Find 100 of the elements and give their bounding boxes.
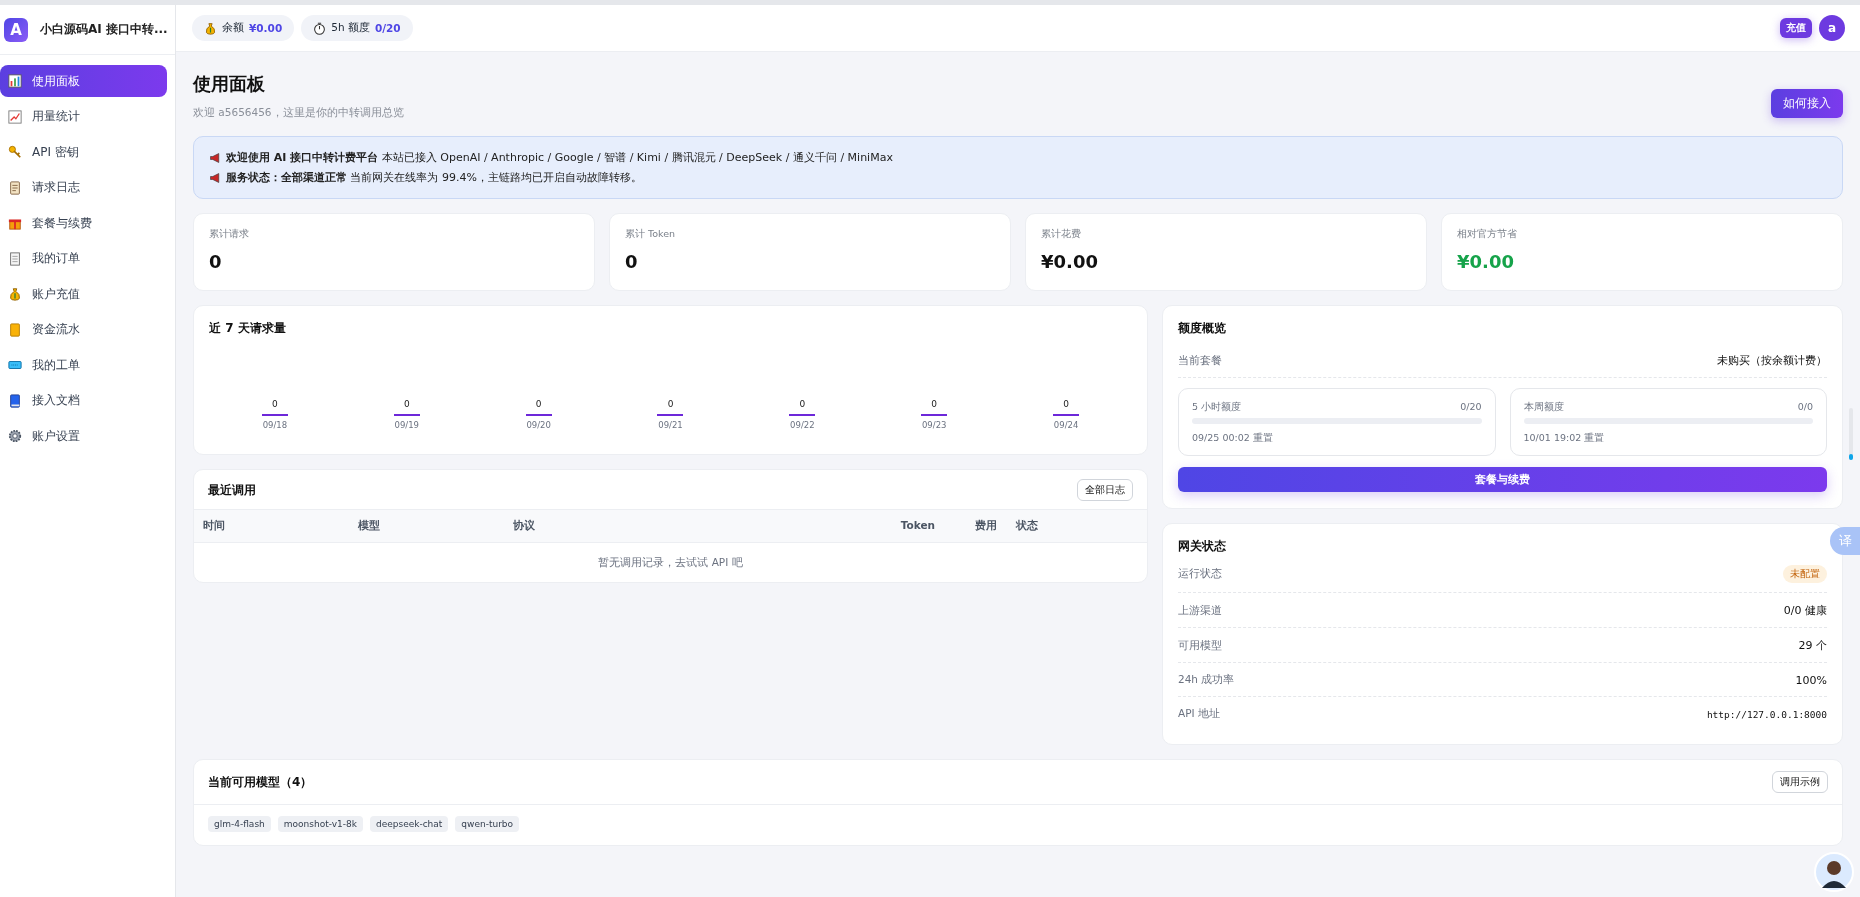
bar-marker [921,414,948,416]
stat-label: 累计请求 [209,228,250,241]
notice-text: 服务状态：全部渠道正常 当前网关在线率为 99.4%，主链路均已开启自动故障转移。 [226,170,642,185]
column-header: 模型 [358,519,381,533]
day-label: 09/21 [658,420,683,430]
bar-marker [1053,414,1080,416]
stat-label: 累计 Token [625,228,677,241]
model-tag: glm-4-flash [208,816,271,832]
sidebar-item[interactable]: 我的工单 [0,349,167,381]
notice-text: 欢迎使用 AI 接口中转计费平台 本站已接入 OpenAI / Anthropic / Google / 智谱 / Kimi / 腾讯混元 / DeepSeek / 通义千问 / MiniMax [226,150,893,165]
stat-value: 0 [625,251,639,272]
money-bag-icon [204,21,217,35]
bar-marker [657,414,684,416]
day-label: 09/19 [394,420,419,430]
page-subtitle: 欢迎 a5656456，这里是你的中转调用总览 [193,106,404,120]
all-logs-button[interactable]: 全部日志 [1077,479,1133,501]
chip-label: 余额 [222,21,244,35]
assistant-avatar-icon[interactable] [1814,852,1854,892]
empty-message: 暂无调用记录，去试试 API 吧 [597,555,744,570]
row-value: 29 个 [1798,638,1827,653]
bar-marker [789,414,816,416]
book-icon [8,393,22,408]
row-value: 未购买（按余额计费） [1717,353,1827,368]
example-button[interactable]: 调用示例 [1772,771,1828,793]
line-chart-icon [8,109,22,124]
bar-marker [261,414,288,416]
model-tag: moonshot-v1-8k [277,816,363,832]
scroll-icon [8,180,22,195]
stat-value: ¥0.00 [1041,251,1099,272]
stat-value: 0 [209,251,223,272]
bar-marker [393,414,420,416]
chip-value: 0/20 [374,22,401,34]
day-count: 0 [272,399,278,409]
column-header: Token [899,519,936,533]
receipt-icon [8,251,22,266]
reset-time: 09/25 00:02 重置 [1192,432,1274,445]
day-label: 09/20 [526,420,551,430]
day-label: 09/22 [790,420,815,430]
money-bag-icon [8,287,22,301]
card-title: 当前可用模型（4） [208,773,313,791]
sidebar-item[interactable]: 接入文档 [0,384,167,417]
column-header: 协议 [513,519,536,533]
meter-reading: 0/0 [1797,401,1813,414]
megaphone-icon [209,151,221,164]
sidebar-item[interactable]: 账户设置 [0,420,167,452]
meter-reading: 0/20 [1460,401,1482,414]
day-count: 0 [931,399,938,409]
bar-chart-icon [8,74,22,88]
day-label: 09/24 [1053,420,1079,430]
plans-button[interactable]: 套餐与续费 [1178,467,1827,492]
app-title: 小白源码AI 接口中转... [40,21,168,38]
page-title: 使用面板 [193,72,266,96]
row-label: 24h 成功率 [1178,673,1235,687]
model-tag: qwen-turbo [455,816,520,832]
sidebar-item[interactable]: 请求日志 [0,171,167,204]
megaphone-icon [209,171,221,184]
model-tag: deepseek-chat [369,816,449,832]
row-value: 0/0 健康 [1783,603,1827,618]
meter-label: 5 小时额度 [1192,401,1242,414]
recharge-button[interactable]: 充值 [1780,18,1812,38]
chip-label: 5h 额度 [331,21,370,35]
day-count: 0 [1063,399,1069,409]
stopwatch-icon [313,21,327,35]
card-title: 网关状态 [1178,538,1227,555]
row-value: http://127.0.0.1:8000 [1706,708,1827,720]
day-count: 0 [667,399,674,409]
reset-time: 10/01 19:02 重置 [1523,432,1606,445]
stat-label: 累计花费 [1041,228,1082,241]
sidebar-item[interactable]: 使用面板 [0,65,167,97]
sidebar-item[interactable]: 套餐与续费 [0,207,167,239]
day-count: 0 [799,399,806,409]
column-header: 状态 [1016,519,1039,533]
user-avatar[interactable]: a [1819,15,1845,41]
card-title: 额度概览 [1178,320,1227,337]
sidebar-item[interactable]: 账户充值 [0,278,167,310]
notebook-icon [8,322,22,337]
sidebar-item[interactable]: API 密钥 [0,136,167,168]
row-value: 100% [1795,673,1827,687]
ticket-icon [8,358,22,372]
sidebar-item[interactable]: 我的订单 [0,242,167,275]
column-header: 时间 [203,519,226,533]
row-label: 运行状态 [1178,567,1222,581]
status-badge: 未配置 [1783,565,1827,583]
row-label: 当前套餐 [1178,353,1222,368]
how-to-connect-button[interactable]: 如何接入 [1771,89,1843,118]
sidebar-item[interactable]: 用量统计 [0,100,167,133]
chip-value: ¥0.00 [249,22,283,34]
row-label: API 地址 [1178,707,1220,721]
column-header: 费用 [975,519,998,533]
stat-label: 相对官方节省 [1457,228,1518,241]
sidebar-item[interactable]: 资金流水 [0,313,167,346]
logo-icon: A [4,17,28,42]
key-icon [8,145,22,159]
day-label: 09/18 [262,420,288,430]
day-count: 0 [535,399,542,409]
row-label: 可用模型 [1178,638,1222,653]
bar-marker [525,414,552,416]
day-count: 0 [403,399,410,409]
row-label: 上游渠道 [1178,603,1222,618]
meter-label: 本周额度 [1523,401,1564,414]
